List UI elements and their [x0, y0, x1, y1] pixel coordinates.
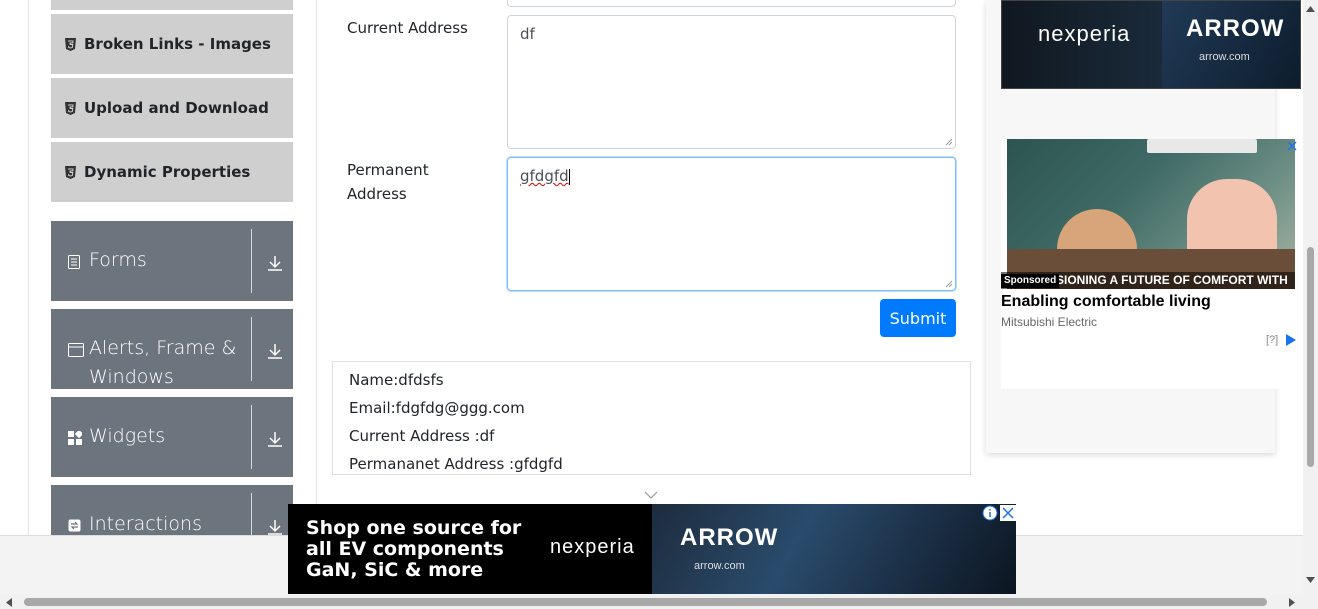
- ad-advertiser: Mitsubishi Electric: [1001, 315, 1098, 329]
- ad-bottom-domain: arrow.com: [694, 560, 745, 572]
- sidebar-item-label: Upload and Download: [84, 99, 269, 117]
- window-icon: [68, 343, 84, 362]
- current-address-textarea[interactable]: df: [507, 15, 956, 149]
- ad-info-marker[interactable]: [?]: [1266, 334, 1278, 346]
- sidebar-item-broken-links[interactable]: Broken Links - Images: [51, 14, 293, 76]
- sidebar: Broken Links - Images Upload and Downloa…: [28, 0, 317, 565]
- group-label: Alerts, Frame &: [89, 337, 237, 359]
- ad-headline[interactable]: Enabling comfortable living: [1001, 293, 1211, 311]
- ad-bottom-brand: nexperia: [550, 536, 635, 558]
- html5-icon: [65, 101, 76, 115]
- sidebar-group-alerts[interactable]: Alerts, Frame & Windows: [51, 309, 293, 389]
- widgets-icon: [68, 429, 84, 450]
- download-arrow-icon[interactable]: [267, 255, 283, 276]
- ad-photo: [1007, 139, 1295, 289]
- ad-bottom-headline: Shop one source for all EV components Ga…: [306, 517, 522, 581]
- email-field[interactable]: [507, 0, 956, 7]
- download-arrow-icon[interactable]: [267, 343, 283, 364]
- document-icon: [68, 255, 80, 274]
- vertical-scroll-thumb[interactable]: [1307, 247, 1314, 467]
- resize-handle-icon[interactable]: [945, 280, 953, 288]
- ad-top-banner[interactable]: nexperia ARROW arrow.com: [1001, 0, 1301, 89]
- divider: [251, 405, 252, 469]
- sidebar-item-previous[interactable]: [51, 0, 293, 12]
- permanent-address-label-line2: Address: [347, 185, 407, 203]
- html5-icon: [65, 165, 76, 179]
- ad-side[interactable]: SIONING A FUTURE OF COMFORT WITH Sponsor…: [1001, 139, 1301, 389]
- output-name: Name:dfdsfs: [349, 371, 444, 389]
- output-panel: Name:dfdsfs Email:fdgfdg@ggg.com Current…: [332, 361, 971, 475]
- divider: [251, 317, 252, 381]
- ad-brand-arrow: ARROW: [1186, 15, 1285, 42]
- ad-bottom-arrow-brand: ARROW: [680, 524, 779, 551]
- permanent-address-value: gfdgfd: [520, 167, 569, 185]
- current-address-value: df: [520, 25, 535, 43]
- ad-domain: arrow.com: [1199, 51, 1250, 63]
- group-label-line2: Windows: [89, 366, 174, 388]
- sidebar-item-label: Broken Links - Images: [84, 35, 271, 53]
- html5-icon: [65, 37, 76, 51]
- group-label: Widgets: [89, 425, 166, 447]
- sidebar-item-upload-download[interactable]: Upload and Download: [51, 78, 293, 140]
- close-icon[interactable]: [1287, 141, 1297, 151]
- adchoices-icon[interactable]: [1284, 333, 1298, 347]
- output-email: Email:fdgfdg@ggg.com: [349, 399, 525, 417]
- output-current-address: Current Address :df: [349, 427, 495, 445]
- sidebar-item-dynamic-properties[interactable]: Dynamic Properties: [51, 142, 293, 204]
- text-cursor: [568, 168, 570, 185]
- info-icon[interactable]: [982, 505, 998, 521]
- output-permanent-address: Permananet Address :gfdgfd: [349, 455, 563, 473]
- horizontal-scroll-thumb[interactable]: [24, 598, 1267, 606]
- current-address-label: Current Address: [347, 19, 468, 37]
- close-icon[interactable]: [1000, 505, 1016, 521]
- divider: [251, 229, 252, 293]
- ad-brand-nexperia: nexperia: [1038, 21, 1131, 46]
- sidebar-group-forms[interactable]: Forms: [51, 221, 293, 301]
- vertical-scrollbar[interactable]: [1303, 0, 1318, 595]
- page-viewport: Broken Links - Images Upload and Downloa…: [0, 0, 1303, 595]
- submit-button[interactable]: Submit: [880, 299, 956, 337]
- sponsored-badge: Sponsored: [1001, 274, 1060, 288]
- download-arrow-icon[interactable]: [267, 431, 283, 452]
- permanent-address-textarea[interactable]: gfdgfd: [507, 157, 956, 291]
- air-conditioner-shape: [1147, 139, 1257, 153]
- horizontal-scrollbar[interactable]: [0, 595, 1318, 609]
- scroll-up-arrow-icon[interactable]: [1306, 6, 1315, 12]
- scroll-right-arrow-icon[interactable]: [1289, 598, 1295, 607]
- chevron-down-icon[interactable]: [644, 491, 658, 499]
- scroll-left-arrow-icon[interactable]: [6, 598, 12, 607]
- scroll-down-arrow-icon[interactable]: [1306, 577, 1315, 583]
- sidebar-item-label: Dynamic Properties: [84, 163, 251, 181]
- permanent-address-label: Permanent: [347, 161, 429, 179]
- ad-bottom-banner[interactable]: Shop one source for all EV components Ga…: [288, 504, 1016, 594]
- group-label: Forms: [89, 249, 147, 271]
- sidebar-group-widgets[interactable]: Widgets: [51, 397, 293, 477]
- resize-handle-icon[interactable]: [945, 138, 953, 146]
